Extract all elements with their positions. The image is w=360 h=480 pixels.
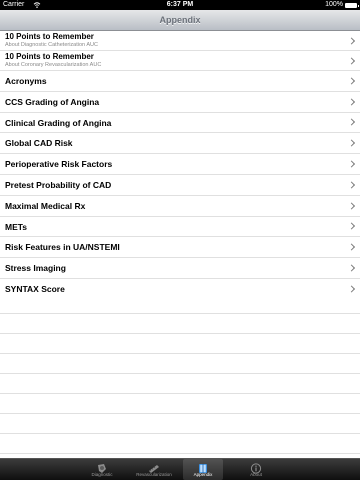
list-item[interactable]: Pretest Probability of CAD: [0, 174, 360, 196]
list-item-title: Global CAD Risk: [5, 138, 73, 149]
tab-about[interactable]: About: [236, 459, 276, 480]
chevron-right-icon: [347, 77, 356, 85]
list-item-title: METs: [5, 221, 28, 232]
chevron-right-icon: [347, 98, 356, 106]
clock-time: 6:37 PM: [166, 1, 194, 8]
list-item-subtitle: About Diagnostic Catheterization AUC: [5, 42, 98, 48]
tab-label: Diagnostic: [91, 472, 113, 477]
diagnostic-icon: [96, 461, 108, 473]
list-item-title: Risk Features in UA/NSTEMI: [5, 242, 120, 253]
list-item-title: 10 Points to Remember: [5, 32, 94, 41]
list-item-title: Acronyms: [5, 76, 47, 86]
list-item-title: Pretest Probability of CAD: [5, 179, 112, 190]
tab-bar: Diagnostic Revascularization Appendix About: [0, 458, 360, 480]
chevron-right-icon: [347, 285, 356, 293]
list-item[interactable]: Maximal Medical Rx: [0, 195, 360, 217]
navigation-bar: Appendix: [0, 10, 360, 31]
revascularization-icon: [148, 461, 160, 473]
status-bar: Carrier 6:37 PM 100%: [0, 0, 360, 10]
list-item[interactable]: METs: [0, 216, 360, 238]
empty-list-area: [0, 294, 360, 458]
list-item[interactable]: Stress Imaging: [0, 258, 360, 279]
list-item[interactable]: Perioperative Risk Factors: [0, 154, 360, 175]
list-item[interactable]: Acronyms: [0, 71, 360, 92]
chevron-right-icon: [347, 160, 356, 168]
chevron-right-icon: [347, 36, 356, 45]
list-item-title: CCS Grading of Angina: [5, 96, 100, 107]
tab-diagnostic[interactable]: Diagnostic: [82, 459, 122, 480]
list-item-title: SYNTAX Score: [5, 283, 65, 294]
list-item-title: Clinical Grading of Angina: [5, 117, 112, 128]
list-item-title: Perioperative Risk Factors: [5, 159, 113, 170]
list-item[interactable]: Global CAD Risk: [0, 133, 360, 155]
tab-label: About: [250, 472, 262, 477]
list-item[interactable]: CCS Grading of Angina: [0, 91, 360, 113]
chevron-right-icon: [347, 181, 356, 189]
chevron-right-icon: [347, 202, 356, 210]
tab-appendix[interactable]: Appendix: [183, 459, 223, 480]
tab-label: Revascularization: [136, 472, 172, 477]
chevron-right-icon: [347, 56, 356, 65]
list-item-title: Maximal Medical Rx: [5, 200, 86, 211]
tab-revascularization[interactable]: Revascularization: [134, 459, 174, 480]
chevron-right-icon: [347, 118, 356, 127]
book-icon: [197, 461, 209, 473]
tab-label: Appendix: [193, 472, 213, 477]
battery-icon: [345, 2, 359, 8]
info-icon: [250, 461, 262, 474]
page-title: Appendix: [159, 15, 201, 25]
list-item[interactable]: Risk Features in UA/NSTEMI: [0, 237, 360, 259]
list-item-title: 10 Points to Remember: [5, 52, 94, 61]
list-item[interactable]: 10 Points to Remember About Coronary Reva…: [0, 51, 360, 71]
chevron-right-icon: [347, 139, 356, 147]
list-item-subtitle: About Coronary Revascularization AUC: [5, 62, 102, 68]
chevron-right-icon: [347, 264, 356, 272]
list-item[interactable]: 10 Points to Remember About Diagnostic Ca…: [0, 31, 360, 51]
list-item[interactable]: Clinical Grading of Angina: [0, 112, 360, 134]
battery-percent: 100%: [325, 1, 343, 8]
chevron-right-icon: [347, 222, 356, 231]
chevron-right-icon: [347, 243, 356, 251]
list-item-title: Stress Imaging: [5, 263, 66, 274]
appendix-list: 10 Points to Remember About Diagnostic Ca…: [0, 31, 360, 321]
